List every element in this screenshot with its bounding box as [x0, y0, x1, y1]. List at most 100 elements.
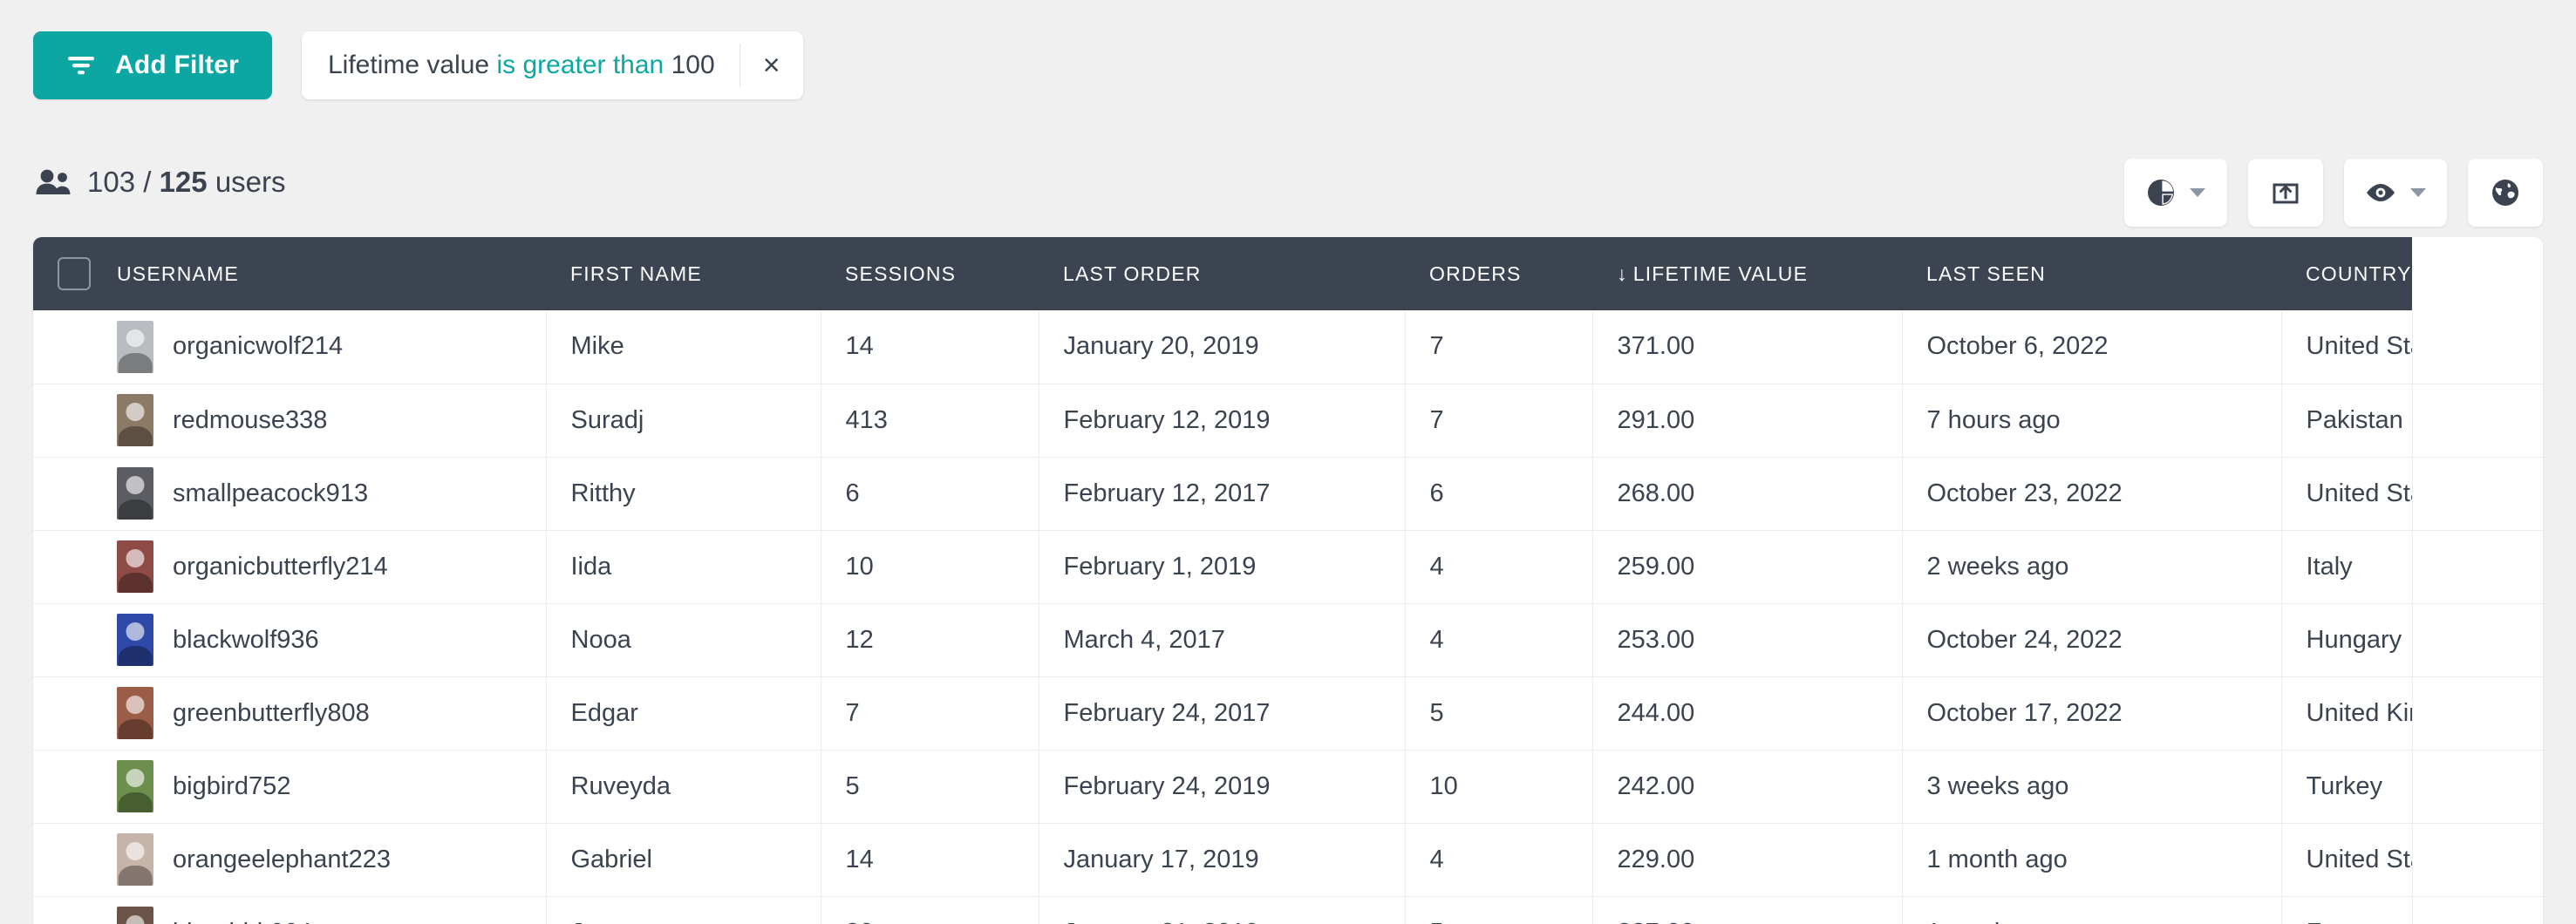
column-header-orders[interactable]: ORDERS	[1405, 237, 1592, 310]
select-all-checkbox[interactable]	[58, 257, 91, 290]
username-link[interactable]: organicwolf214	[173, 332, 343, 361]
filtered-count: 103	[87, 166, 136, 198]
username-link[interactable]: blackwolf936	[173, 626, 319, 655]
cell-sessions: 12	[821, 603, 1039, 677]
user-cell: smallpeacock913	[117, 467, 545, 520]
cell-orders: 7	[1405, 310, 1593, 384]
row-checkbox-cell[interactable]	[33, 530, 92, 604]
table-header-row: USERNAME FIRST NAME SESSIONS LAST ORDER …	[33, 237, 2543, 310]
row-checkbox-cell[interactable]	[33, 384, 92, 458]
table-row[interactable]: bigbird752 Ruveyda 5 February 24, 2019 10 242…	[33, 750, 2543, 824]
cell-orders: 4	[1405, 603, 1593, 677]
cell-last-seen: October 17, 2022	[1902, 676, 2282, 751]
column-header-last-order[interactable]: LAST ORDER	[1039, 237, 1405, 310]
export-button[interactable]	[2248, 159, 2323, 227]
cell-username: orangeelephant223	[92, 823, 547, 897]
cell-orders: 5	[1405, 896, 1593, 924]
cell-lifetime-value: 227.00	[1592, 896, 1903, 924]
table-row[interactable]: smallpeacock913 Ritthy 6 February 12, 2017 6…	[33, 457, 2543, 531]
user-cell: organicwolf214	[117, 320, 545, 373]
row-checkbox-cell[interactable]	[33, 603, 92, 677]
cell-sessions: 10	[821, 530, 1039, 604]
cell-sessions: 14	[821, 823, 1039, 897]
filter-chip[interactable]: Lifetime value is greater than 100 ×	[302, 31, 803, 99]
view-button[interactable]	[2344, 159, 2447, 227]
user-cell: orangeelephant223	[117, 833, 545, 886]
column-header-first-name[interactable]: FIRST NAME	[546, 237, 821, 310]
column-header-lifetime-value[interactable]: ↓ LIFETIME VALUE	[1592, 237, 1902, 310]
user-cell: bigbird752	[117, 760, 545, 812]
username-link[interactable]: organicbutterfly214	[173, 553, 388, 581]
globe-button[interactable]	[2468, 159, 2543, 227]
column-label: USERNAME	[117, 262, 239, 285]
add-filter-button[interactable]: Add Filter	[33, 31, 272, 99]
cell-lifetime-value: 371.00	[1592, 310, 1903, 384]
cell-spacer	[2412, 457, 2543, 531]
cell-first-name: Nooa	[546, 603, 821, 677]
cell-username: bigrabbit664	[92, 896, 547, 924]
cell-username: bigbird752	[92, 750, 547, 824]
cell-last-seen: 7 hours ago	[1902, 384, 2282, 458]
column-header-country[interactable]: COUNTRY	[2281, 237, 2412, 310]
cell-sessions: 30	[821, 896, 1039, 924]
table-row[interactable]: blackwolf936 Nooa 12 March 4, 2017 4 253.00 Oc…	[33, 603, 2543, 677]
username-link[interactable]: bigbird752	[173, 772, 290, 801]
chart-button[interactable]	[2124, 159, 2227, 227]
export-icon	[2272, 179, 2300, 207]
cell-last-order: February 24, 2017	[1039, 676, 1406, 751]
row-checkbox-cell[interactable]	[33, 310, 92, 384]
filter-operator: is greater than	[496, 51, 664, 79]
username-link[interactable]: greenbutterfly808	[173, 699, 370, 728]
username-link[interactable]: smallpeacock913	[173, 479, 368, 508]
sort-desc-icon: ↓	[1617, 262, 1628, 285]
close-icon[interactable]: ×	[740, 31, 803, 99]
cell-country: United Kingdom	[2281, 676, 2413, 751]
avatar	[117, 320, 153, 373]
username-link[interactable]: bigrabbit664	[173, 919, 312, 924]
column-header-sessions[interactable]: SESSIONS	[821, 237, 1039, 310]
cell-username: blackwolf936	[92, 603, 547, 677]
table-row[interactable]: bigrabbit664 Jane30January 21, 20195227.0…	[33, 896, 2543, 924]
filter-chip-text: Lifetime value is greater than 100	[328, 51, 739, 80]
count-unit: users	[215, 166, 286, 198]
row-checkbox-cell[interactable]	[33, 896, 92, 924]
cell-last-seen: October 24, 2022	[1902, 603, 2282, 677]
select-all-header[interactable]	[33, 237, 92, 310]
row-checkbox-cell[interactable]	[33, 457, 92, 531]
avatar	[117, 394, 153, 446]
row-checkbox-cell[interactable]	[33, 823, 92, 897]
users-table-container: USERNAME FIRST NAME SESSIONS LAST ORDER …	[33, 237, 2543, 924]
table-row[interactable]: greenbutterfly808 Edgar 7 February 24, 2017…	[33, 676, 2543, 751]
cell-first-name: Gabriel	[546, 823, 821, 897]
table-row[interactable]: redmouse338 Suradj 413 February 12, 2019 7 29…	[33, 384, 2543, 458]
cell-last-order: February 1, 2019	[1039, 530, 1406, 604]
row-checkbox-cell[interactable]	[33, 750, 92, 824]
cell-orders: 5	[1405, 676, 1593, 751]
cell-last-seen: October 23, 2022	[1902, 457, 2282, 531]
users-table: USERNAME FIRST NAME SESSIONS LAST ORDER …	[33, 237, 2543, 924]
row-checkbox-cell[interactable]	[33, 676, 92, 751]
cell-country: United States	[2281, 823, 2413, 897]
username-link[interactable]: redmouse338	[173, 406, 327, 435]
avatar	[117, 907, 153, 924]
table-row[interactable]: orangeelephant223 Gabriel 14 January 17, 20…	[33, 823, 2543, 897]
cell-sessions: 14	[821, 310, 1039, 384]
table-row[interactable]: organicbutterfly214 Iida 10 February 1, 201…	[33, 530, 2543, 604]
filter-bar: Add Filter Lifetime value is greater tha…	[33, 31, 803, 99]
cell-lifetime-value: 268.00	[1592, 457, 1903, 531]
cell-lifetime-value: 229.00	[1592, 823, 1903, 897]
cell-username: organicwolf214	[92, 310, 547, 384]
chevron-down-icon	[2410, 188, 2426, 197]
user-cell: blackwolf936	[117, 614, 545, 666]
table-row[interactable]: organicwolf214 Mike 14 January 20, 2019 7 371…	[33, 310, 2543, 384]
funnel-icon	[66, 54, 96, 77]
column-header-last-seen[interactable]: LAST SEEN	[1902, 237, 2281, 310]
cell-last-order: February 24, 2019	[1039, 750, 1406, 824]
avatar	[117, 540, 153, 593]
user-count-summary: 103 / 125 users	[35, 166, 286, 199]
cell-last-order: January 21, 2019	[1039, 896, 1406, 924]
cell-sessions: 6	[821, 457, 1039, 531]
username-link[interactable]: orangeelephant223	[173, 846, 391, 874]
column-header-username[interactable]: USERNAME	[92, 237, 546, 310]
cell-spacer	[2412, 384, 2543, 458]
